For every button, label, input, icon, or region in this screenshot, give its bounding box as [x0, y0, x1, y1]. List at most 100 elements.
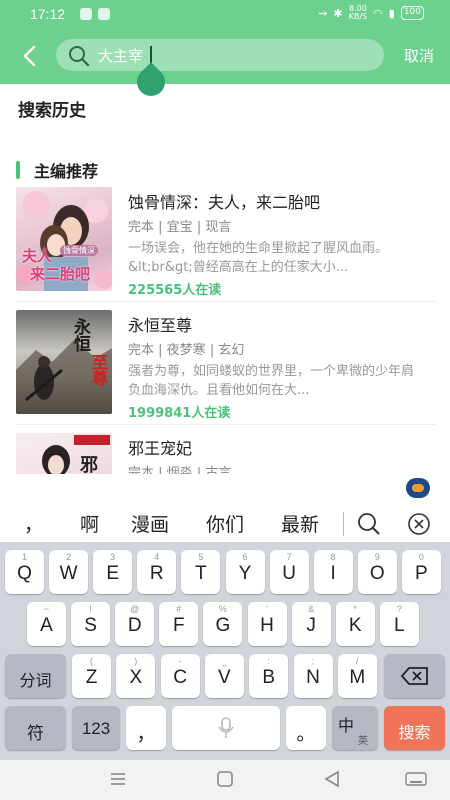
status-bar: 17:12 ⇝ ✱ 8.00 KB/S ◠ ▮ 100	[0, 0, 450, 30]
key-q[interactable]: 1Q	[5, 550, 44, 594]
key-label: P	[415, 563, 428, 584]
key-hint: 3	[110, 552, 116, 562]
key-u[interactable]: 7U	[269, 550, 309, 594]
key-hint: )	[134, 656, 138, 666]
key-v[interactable]: _ V	[204, 654, 244, 698]
cancel-button[interactable]: 取消	[404, 45, 434, 66]
key-label: T	[195, 563, 207, 584]
key-hint: :	[267, 656, 270, 666]
close-keyboard-icon[interactable]	[407, 512, 431, 536]
key-g[interactable]: % G	[203, 602, 243, 646]
ime-search-icon[interactable]	[357, 512, 381, 536]
candidate[interactable]: 最新	[281, 510, 319, 537]
microphone-icon	[218, 717, 234, 738]
key-y[interactable]: 6Y	[225, 550, 265, 594]
key-hint: ~	[43, 604, 50, 614]
key-hint: 7	[286, 552, 292, 562]
book-meta: 完本 | 烟淼 | 古言	[128, 466, 232, 474]
key-label: V	[218, 667, 231, 688]
key-t[interactable]: 5T	[181, 550, 221, 594]
key-r[interactable]: 4R	[137, 550, 177, 594]
key-hint: 2	[66, 552, 72, 562]
key-symbols[interactable]: 符	[5, 706, 66, 750]
back-button[interactable]	[16, 42, 44, 70]
cover-tag: 蚀骨情深	[60, 245, 98, 256]
notification-icons	[80, 8, 110, 20]
key-k[interactable]: * K	[335, 602, 375, 646]
key-label: B	[262, 667, 276, 688]
key-o[interactable]: 9O	[357, 550, 397, 594]
key-hint: 9	[374, 552, 380, 562]
home-icon[interactable]	[216, 770, 234, 788]
key-comma[interactable]: ，	[126, 706, 166, 750]
key-label: A	[40, 615, 53, 636]
key-hint: -	[178, 656, 182, 666]
key-f[interactable]: # F	[159, 602, 199, 646]
key-z[interactable]: (Z	[72, 654, 111, 698]
key-numbers[interactable]: 123	[72, 706, 120, 750]
menu-icon[interactable]	[109, 770, 127, 788]
key-b[interactable]: :B	[249, 654, 289, 698]
key-e[interactable]: 3E	[93, 550, 133, 594]
candidate[interactable]: ，	[24, 510, 43, 537]
key-j[interactable]: & J	[291, 602, 331, 646]
key-language-switch[interactable]: 中 英	[332, 706, 378, 750]
key-hint: _	[221, 656, 227, 666]
key-hint: #	[176, 604, 182, 614]
key-p[interactable]: 0P	[401, 550, 441, 594]
search-box[interactable]	[56, 39, 384, 71]
key-hint: ?	[396, 604, 402, 614]
cover-subtitle: 来二胎吧	[30, 265, 91, 283]
key-w[interactable]: 2W	[49, 550, 89, 594]
book-item[interactable]: 永恒 至尊 永恒至尊 完本 | 夜梦寒 | 玄幻 强者为尊，如同蝼蚁的世界里，一…	[16, 310, 436, 421]
keyboard-toggle-icon[interactable]	[405, 770, 427, 788]
battery-icon: 100	[400, 6, 424, 20]
signal-icon: ▮	[388, 6, 395, 20]
search-history-title: 搜索历史	[18, 101, 86, 121]
back-nav-icon[interactable]	[323, 770, 341, 788]
book-meta: 完本 | 宜宝 | 现言	[128, 220, 232, 235]
key-label: H	[260, 615, 274, 636]
search-input[interactable]	[98, 43, 368, 67]
key-a[interactable]: ~ A	[27, 602, 66, 646]
network-speed: 8.00 KB/S	[348, 4, 368, 21]
search-header: 取消	[0, 30, 450, 102]
book-item[interactable]: 蚀骨情深 夫人 来二胎吧 蚀骨情深：夫人，来二胎吧 完本 | 宜宝 | 现言 一…	[16, 187, 436, 298]
key-hint: !	[89, 604, 92, 614]
cover-subtitle: 至尊	[89, 354, 108, 386]
key-d[interactable]: @ D	[115, 602, 155, 646]
key-backspace[interactable]	[384, 654, 445, 698]
candidate[interactable]: 你们	[206, 510, 244, 537]
key-label: W	[59, 563, 78, 584]
key-hint: 6	[242, 552, 248, 562]
key-l[interactable]: ? L	[379, 602, 419, 646]
candidate[interactable]: 啊	[80, 510, 99, 537]
key-s[interactable]: ! S	[71, 602, 111, 646]
key-n[interactable]: ; N	[293, 654, 333, 698]
candidate[interactable]: 漫画	[131, 510, 169, 537]
backspace-icon	[400, 667, 428, 685]
key-hint: /	[356, 656, 359, 666]
book-cover: 永恒 至尊	[16, 310, 112, 414]
wifi-icon: ◠	[373, 6, 383, 20]
key-h[interactable]: ' H	[247, 602, 287, 646]
key-search[interactable]: 搜索	[384, 706, 445, 750]
key-fenci[interactable]: 分词	[5, 654, 66, 698]
key-hint: 1	[21, 552, 27, 562]
key-i[interactable]: 8I	[313, 550, 353, 594]
key-hint: 0	[418, 552, 424, 562]
key-m[interactable]: / M	[337, 654, 377, 698]
key-c[interactable]: -C	[160, 654, 200, 698]
cover-title: 永恒	[70, 318, 90, 352]
key-label: F	[172, 615, 185, 636]
key-x[interactable]: ) X	[116, 654, 156, 698]
key-hint: ;	[311, 656, 315, 666]
key-hint: 5	[198, 552, 204, 562]
ime-logo-icon[interactable]	[406, 478, 430, 498]
key-hint: &	[308, 604, 315, 614]
key-space[interactable]	[172, 706, 280, 750]
key-label: D	[127, 615, 142, 636]
key-label: M	[349, 667, 366, 688]
key-period[interactable]: 。	[286, 706, 326, 750]
book-item[interactable]: 邪 邪王宠妃 完本 | 烟淼 | 古言	[16, 433, 436, 474]
